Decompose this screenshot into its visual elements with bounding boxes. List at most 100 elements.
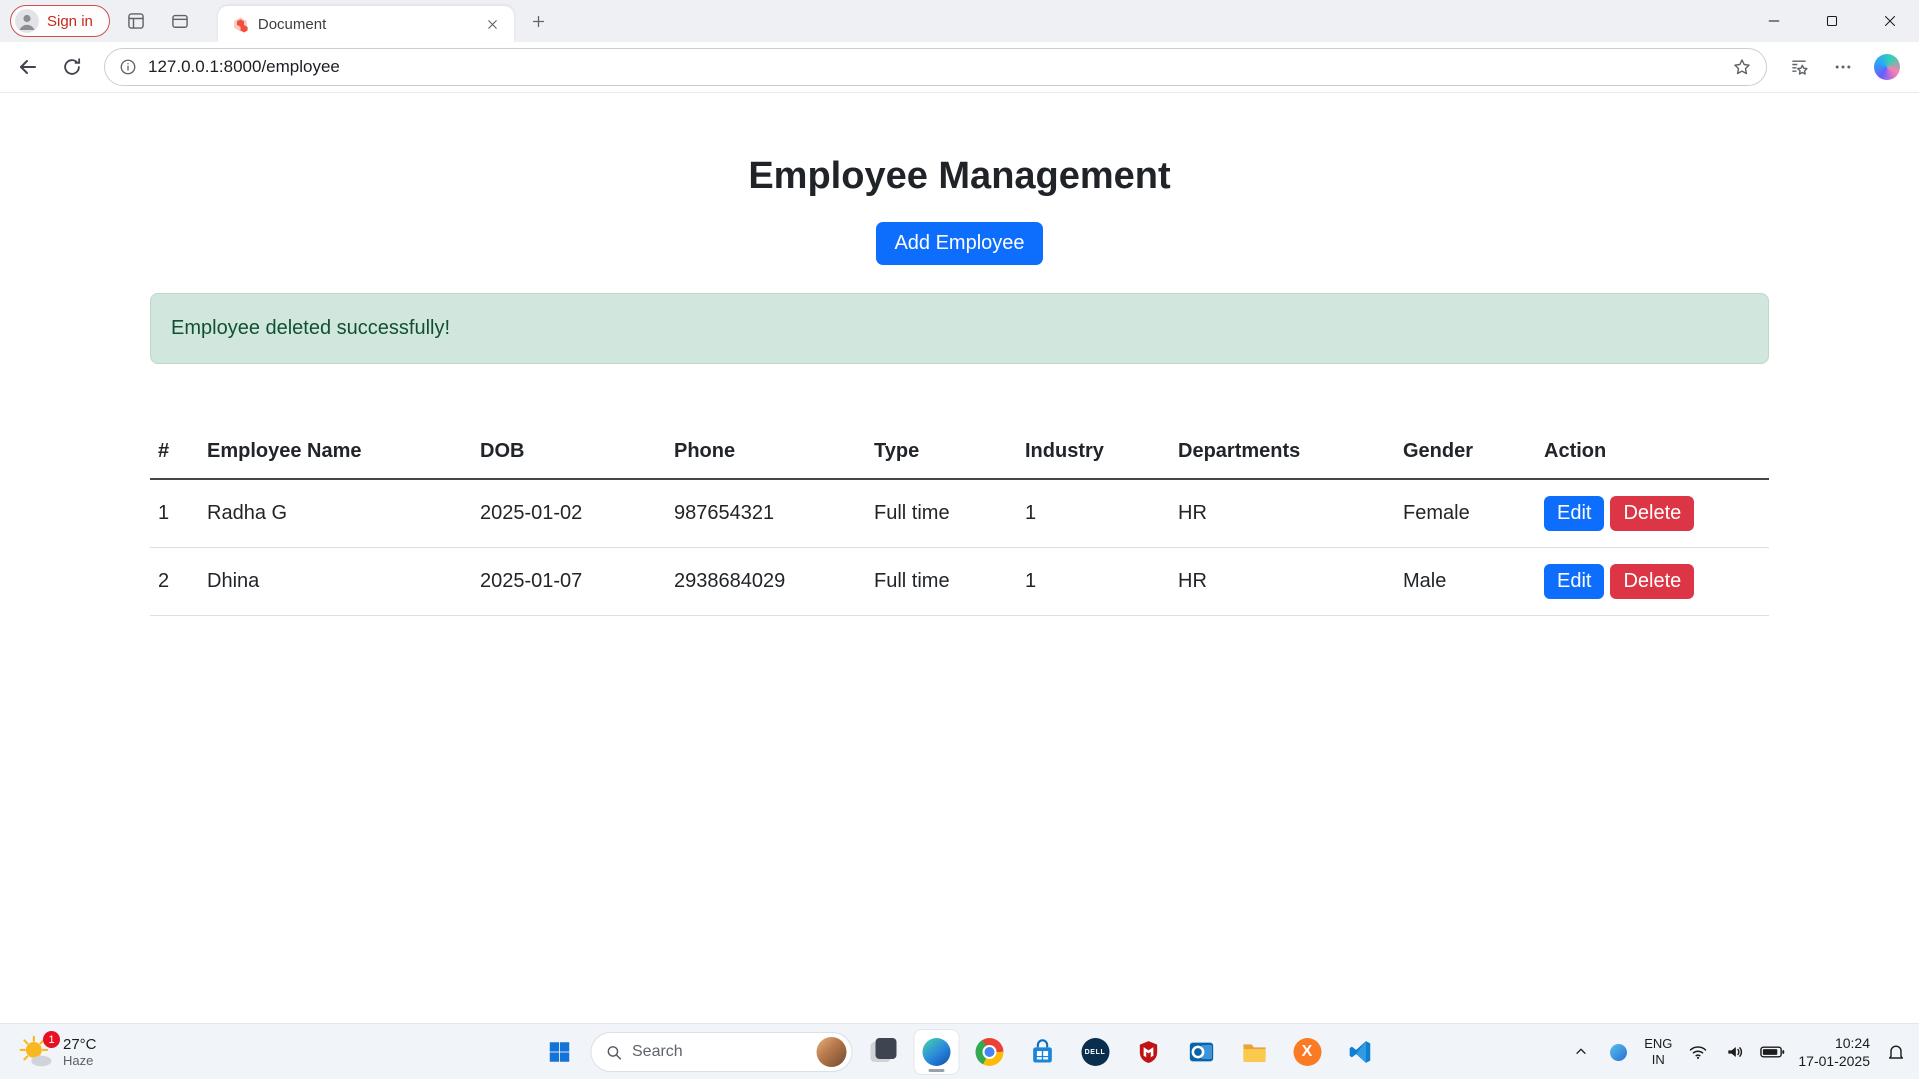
favorite-star-icon[interactable]	[1732, 57, 1752, 77]
add-employee-button[interactable]: Add Employee	[876, 222, 1042, 265]
cell-departments: HR	[1170, 479, 1395, 548]
address-bar[interactable]: 127.0.0.1:8000/employee	[104, 48, 1767, 86]
delete-button[interactable]: Delete	[1610, 496, 1694, 531]
table-row: 1 Radha G 2025-01-02 987654321 Full time…	[150, 479, 1769, 548]
search-highlight-image[interactable]	[816, 1037, 846, 1067]
cell-type: Full time	[866, 548, 1017, 616]
date-text: 17-01-2025	[1798, 1052, 1870, 1070]
cell-phone: 2938684029	[666, 548, 866, 616]
browser-toolbar: 127.0.0.1:8000/employee	[0, 42, 1919, 93]
url-host: 127.0.0.1	[148, 57, 219, 76]
taskbar-search[interactable]: Search	[590, 1032, 852, 1072]
cell-action: EditDelete	[1536, 479, 1769, 548]
vscode-icon[interactable]	[1338, 1030, 1382, 1074]
cell-type: Full time	[866, 479, 1017, 548]
weather-temp: 27°C	[63, 1036, 97, 1053]
dell-app-icon[interactable]: DELL	[1073, 1030, 1117, 1074]
language-indicator[interactable]: ENG IN	[1642, 1036, 1674, 1069]
cell-gender: Female	[1395, 479, 1536, 548]
profile-avatar-icon	[15, 9, 39, 33]
tab-title: Document	[258, 16, 471, 33]
cell-dob: 2025-01-02	[472, 479, 666, 548]
cell-name: Dhina	[199, 548, 472, 616]
browser-window: Sign in Document	[0, 0, 1919, 1079]
search-icon	[605, 1044, 622, 1061]
site-info-icon[interactable]	[119, 58, 137, 76]
col-header-phone: Phone	[666, 430, 866, 479]
sign-in-label: Sign in	[47, 13, 93, 30]
tray-hidden-app-icon[interactable]	[1605, 1034, 1631, 1070]
maximize-button[interactable]	[1803, 0, 1861, 42]
employee-table: # Employee Name DOB Phone Type Industry …	[150, 430, 1769, 616]
table-header-row: # Employee Name DOB Phone Type Industry …	[150, 430, 1769, 479]
close-button[interactable]	[1861, 0, 1919, 42]
delete-button[interactable]: Delete	[1610, 564, 1694, 599]
cell-index: 1	[150, 479, 199, 548]
url-text[interactable]: 127.0.0.1:8000/employee	[148, 57, 340, 77]
taskbar: 1 27°C Haze Search	[0, 1023, 1919, 1079]
file-explorer-icon[interactable]	[1232, 1030, 1276, 1074]
notification-badge: 1	[43, 1031, 60, 1048]
col-header-name: Employee Name	[199, 430, 472, 479]
tab-favicon-icon	[232, 16, 249, 33]
cell-industry: 1	[1017, 479, 1170, 548]
battery-icon[interactable]	[1759, 1034, 1785, 1070]
browser-tab-document[interactable]: Document	[218, 6, 514, 42]
favorites-icon[interactable]	[1779, 47, 1819, 87]
col-header-dob: DOB	[472, 430, 666, 479]
refresh-button[interactable]	[52, 47, 92, 87]
col-header-gender: Gender	[1395, 430, 1536, 479]
outlook-icon[interactable]	[1179, 1030, 1223, 1074]
browser-tab-strip: Sign in Document	[0, 0, 1919, 42]
cell-name: Radha G	[199, 479, 472, 548]
weather-condition: Haze	[63, 1053, 97, 1068]
back-button[interactable]	[8, 47, 48, 87]
cell-action: EditDelete	[1536, 548, 1769, 616]
new-tab-button[interactable]	[522, 4, 556, 38]
tab-close-icon[interactable]	[480, 11, 506, 37]
mcafee-icon[interactable]	[1126, 1030, 1170, 1074]
weather-widget[interactable]: 1 27°C Haze	[8, 1024, 107, 1079]
success-alert: Employee deleted successfully!	[150, 293, 1769, 364]
sign-in-button[interactable]: Sign in	[10, 5, 110, 37]
system-tray: ENG IN 10:24 17-01-2025	[1568, 1024, 1909, 1079]
workspaces-icon[interactable]	[118, 3, 154, 39]
col-header-action: Action	[1536, 430, 1769, 479]
tab-actions-icon[interactable]	[162, 3, 198, 39]
clock[interactable]: 10:24 17-01-2025	[1796, 1034, 1872, 1070]
minimize-button[interactable]	[1745, 0, 1803, 42]
cell-dob: 2025-01-07	[472, 548, 666, 616]
cell-phone: 987654321	[666, 479, 866, 548]
page-content: Employee Management Add Employee Employe…	[0, 93, 1919, 1023]
cell-departments: HR	[1170, 548, 1395, 616]
table-row: 2 Dhina 2025-01-07 2938684029 Full time …	[150, 548, 1769, 616]
col-header-type: Type	[866, 430, 1017, 479]
start-button[interactable]	[537, 1030, 581, 1074]
task-view-icon[interactable]	[861, 1030, 905, 1074]
xampp-icon[interactable]: X	[1285, 1030, 1329, 1074]
copilot-icon[interactable]	[1867, 47, 1907, 87]
more-options-icon[interactable]	[1823, 47, 1863, 87]
page-title: Employee Management	[0, 93, 1919, 198]
cell-gender: Male	[1395, 548, 1536, 616]
col-header-industry: Industry	[1017, 430, 1170, 479]
col-header-index: #	[150, 430, 199, 479]
notification-bell-icon[interactable]	[1883, 1034, 1909, 1070]
col-header-departments: Departments	[1170, 430, 1395, 479]
volume-icon[interactable]	[1722, 1034, 1748, 1070]
cell-index: 2	[150, 548, 199, 616]
chrome-taskbar-icon[interactable]	[967, 1030, 1011, 1074]
microsoft-store-icon[interactable]	[1020, 1030, 1064, 1074]
time-text: 10:24	[1798, 1034, 1870, 1052]
taskbar-center: Search DELL X	[537, 1024, 1382, 1079]
edit-button[interactable]: Edit	[1544, 564, 1604, 599]
edit-button[interactable]: Edit	[1544, 496, 1604, 531]
tray-chevron-up-icon[interactable]	[1568, 1034, 1594, 1070]
url-path: :8000/employee	[219, 57, 340, 76]
cell-industry: 1	[1017, 548, 1170, 616]
edge-taskbar-icon[interactable]	[914, 1030, 958, 1074]
wifi-icon[interactable]	[1685, 1034, 1711, 1070]
weather-sun-icon: 1	[18, 1034, 54, 1070]
window-controls	[1745, 0, 1919, 42]
search-placeholder: Search	[632, 1043, 806, 1061]
